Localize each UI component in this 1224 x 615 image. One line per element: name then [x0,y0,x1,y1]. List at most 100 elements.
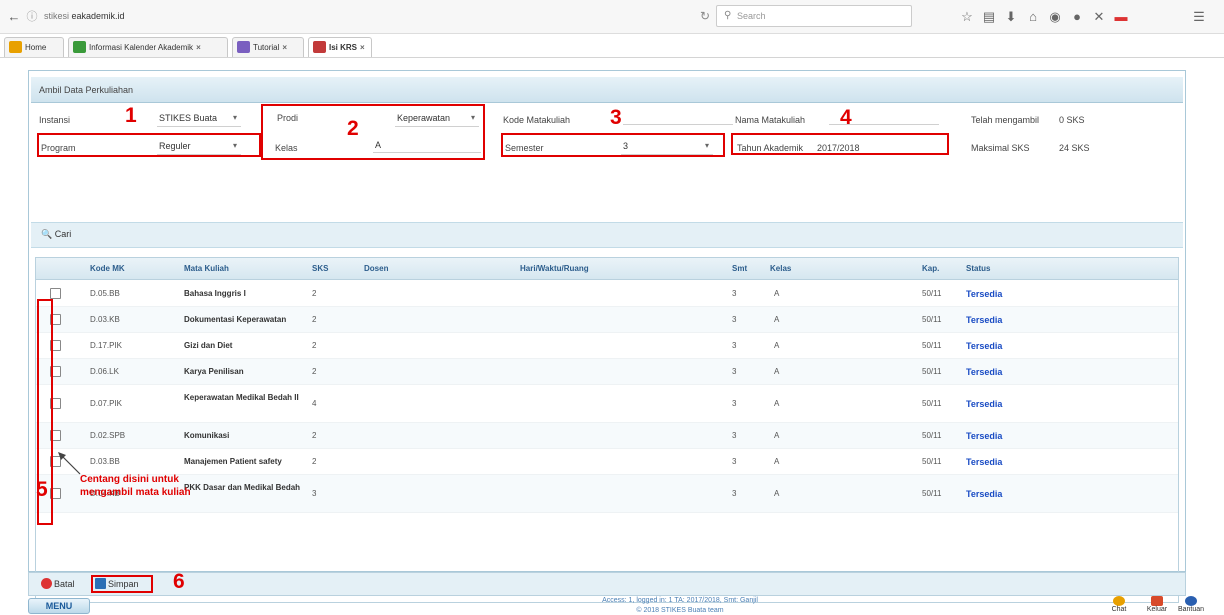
url-prefix: stikesi [44,11,70,21]
maksimal-sks-value: 24 SKS [1059,143,1090,153]
footer-status: Access: 1, logged in: 1 TA: 2017/2018, S… [560,596,800,615]
cell-sks: 2 [312,289,317,298]
table-row[interactable]: D.03.KB Dokumentasi Keperawatan 2 3 A 50/11 Te… [36,307,1178,333]
cell-kap: 50/11 [922,399,942,408]
browser-search-input[interactable]: ⚲ Search [716,5,912,27]
simpan-button[interactable]: Simpan [91,575,153,593]
hint-line-2: mengambil mata kuliah [80,487,191,498]
cell-mata-kuliah: Karya Penilisan [184,367,244,376]
reading-list-icon[interactable]: ▤ [980,8,998,26]
cell-kelas: A [774,341,780,350]
annotation-number-6: 6 [173,570,185,593]
bookmark-star-icon[interactable]: ☆ [958,8,976,26]
header-kode-mk[interactable]: Kode MK [90,264,125,273]
cell-kap: 50/11 [922,431,942,440]
table-row[interactable]: D.05.BB Bahasa Inggris I 2 3 A 50/11 Tersedia [36,281,1178,307]
close-tab-icon[interactable]: × [196,43,201,52]
table-row[interactable]: D.03.BB Manajemen Patient safety 2 3 A 50/11 T… [36,449,1178,475]
header-kelas[interactable]: Kelas [770,264,791,273]
table-row[interactable]: D.06.LK Karya Penilisan 2 3 A 50/11 Tersedia [36,359,1178,385]
cell-mata-kuliah: Keperawatan Medikal Bedah II [184,393,299,402]
header-smt[interactable]: Smt [732,264,747,273]
header-hari-waktu-ruang[interactable]: Hari/Waktu/Ruang [520,264,589,273]
close-tab-icon[interactable]: × [282,43,287,52]
table-row[interactable]: D.02.SPB Komunikasi 2 3 A 50/11 Tersedia [36,423,1178,449]
cell-sks: 2 [312,367,317,376]
reload-icon[interactable]: ↻ [700,9,710,23]
cell-status: Tersedia [966,289,1003,299]
cell-kode-mk: D.05.BB [90,289,120,298]
tab-kalender-akademik[interactable]: Informasi Kalender Akademik × [68,37,228,57]
site-info-icon[interactable]: ⓘ [24,9,40,25]
annotation-number-4: 4 [840,106,852,129]
course-table: Kode MK Mata Kuliah SKS Dosen Hari/Waktu… [35,257,1179,603]
header-mata-kuliah[interactable]: Mata Kuliah [184,264,229,273]
tab-isi-krs[interactable]: Isi KRS × [308,37,372,57]
batal-button[interactable]: Batal [41,578,75,589]
cari-button[interactable]: 🔍 Cari [41,229,71,240]
menu-button[interactable]: MENU [28,598,90,614]
chat-button[interactable]: Chat [1104,596,1134,613]
logout-icon [1151,596,1163,606]
cell-kelas: A [774,367,780,376]
tab-label: Informasi Kalender Akademik [89,43,194,52]
cell-smt: 3 [732,431,737,440]
footer-line-1: Access: 1, logged in: 1 TA: 2017/2018, S… [602,597,758,604]
cell-status: Tersedia [966,399,1003,409]
download-icon[interactable]: ⬇ [1002,8,1020,26]
home-icon[interactable]: ⌂ [1024,8,1042,26]
close-tab-icon[interactable]: × [360,43,365,52]
save-icon [95,578,106,589]
table-row[interactable]: D.07.PIK Keperawatan Medikal Bedah II 4 3 A 5… [36,385,1178,423]
kode-matakuliah-label: Kode Matakuliah [503,115,571,125]
tab-label: Tutorial [253,43,280,52]
kode-matakuliah-input[interactable] [623,111,733,125]
cell-mata-kuliah: PKK Dasar dan Medikal Bedah [184,483,301,492]
cell-kode-mk: D.02.SPB [90,431,126,440]
cell-smt: 3 [732,289,737,298]
simpan-label: Simpan [108,579,139,589]
annotation-hint: Centang disini untuk mengambil mata kuli… [80,473,191,499]
header-dosen[interactable]: Dosen [364,264,388,273]
cell-sks: 2 [312,457,317,466]
footer-line-2: © 2018 STIKES Buata team [636,607,724,614]
table-row[interactable]: D.17.PIK Gizi dan Diet 2 3 A 50/11 Tersedia [36,333,1178,359]
cell-mata-kuliah: Gizi dan Diet [184,341,233,350]
close-extension-icon[interactable]: ✕ [1090,8,1108,26]
instansi-select[interactable]: STIKES Buata ▾ [157,111,241,127]
table-row[interactable]: D.04.KB PKK Dasar dan Medikal Bedah 3 3 A 50/… [36,475,1178,513]
annotation-number-2: 2 [347,117,359,140]
cell-sks: 2 [312,341,317,350]
bantuan-button[interactable]: Bantuan [1176,596,1206,613]
select-checkbox[interactable] [50,288,61,299]
cell-smt: 3 [732,341,737,350]
hint-line-1: Centang disini untuk [80,474,179,485]
header-sks[interactable]: SKS [312,264,328,273]
cell-status: Tersedia [966,341,1003,351]
cell-kap: 50/11 [922,315,942,324]
flag-icon[interactable]: ▬ [1112,8,1130,26]
cell-kode-mk: D.17.PIK [90,341,123,350]
address-bar[interactable]: stikesi eakademik.id [44,11,125,21]
extension-icon[interactable]: ● [1068,8,1086,26]
header-status[interactable]: Status [966,264,990,273]
annotation-box-1 [37,133,261,157]
tab-label: Home [25,43,47,52]
panel-title: Ambil Data Perkuliahan [31,77,1183,103]
chat-label: Chat [1111,606,1127,613]
back-arrow-icon[interactable]: ← [6,9,22,25]
search-placeholder: Search [737,11,766,21]
header-kap[interactable]: Kap. [922,264,939,273]
menu-hamburger-icon[interactable]: ☰ [1190,8,1208,26]
pocket-icon[interactable]: ◉ [1046,8,1064,26]
tab-tutorial[interactable]: Tutorial × [232,37,304,57]
annotation-number-1: 1 [125,104,137,127]
cancel-icon [41,578,52,589]
cell-sks: 2 [312,431,317,440]
tab-home[interactable]: Home [4,37,64,57]
calendar-icon [73,41,86,53]
tab-label: Isi KRS [329,43,358,52]
keluar-button[interactable]: Keluar [1142,596,1172,613]
annotation-box-3 [501,133,725,157]
cell-status: Tersedia [966,315,1003,325]
